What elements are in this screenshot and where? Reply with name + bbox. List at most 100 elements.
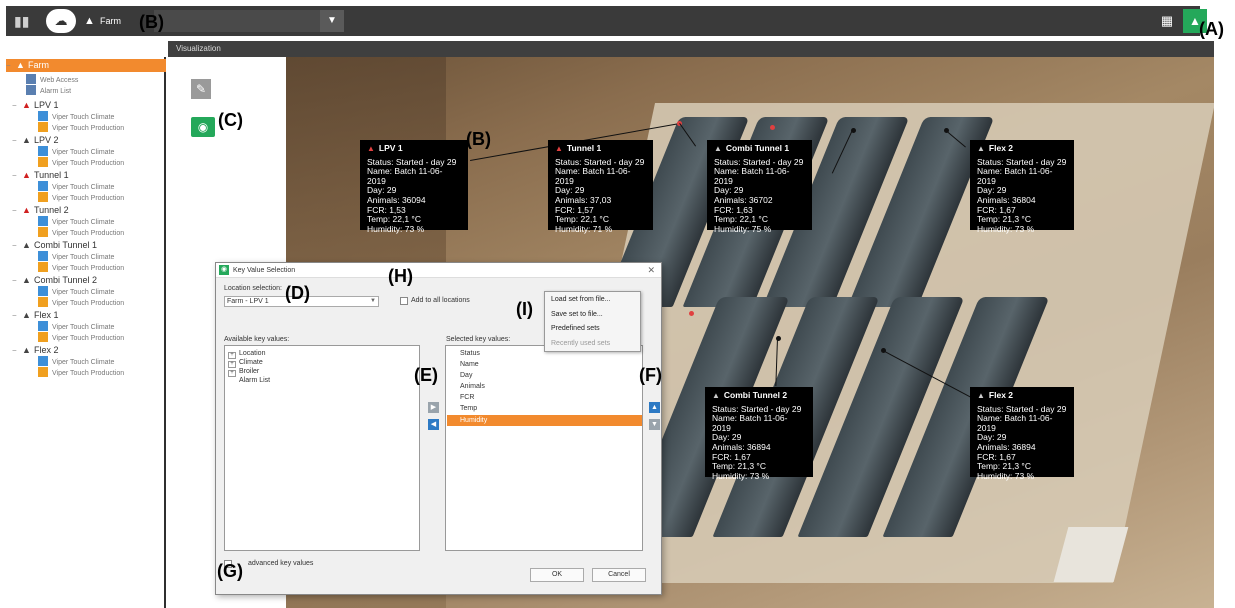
climate-icon — [38, 216, 48, 226]
collapse-icon[interactable]: − — [6, 59, 16, 72]
pin-tunnel2 — [689, 311, 694, 316]
annotation-b-callout: (B) — [466, 129, 491, 149]
available-list[interactable]: + Location + Climate + Broiler Alarm List — [224, 345, 420, 551]
selected-item[interactable]: Animals — [460, 382, 485, 392]
menu-predefined-sets[interactable]: Predefined sets — [551, 324, 600, 334]
breadcrumb[interactable]: Farm — [100, 6, 121, 36]
tree-item-label: Web Access — [40, 77, 79, 84]
tree-house-label: Tunnel 2 — [34, 205, 69, 215]
tree-controller-label: Viper Touch Climate — [52, 184, 115, 191]
callout-title: ▲ Tunnel 1 — [555, 143, 646, 154]
house-icon: ▲ — [714, 144, 722, 153]
tree-root-farm[interactable]: − ▲ Farm — [6, 59, 166, 72]
house-icon: ▲ — [977, 144, 985, 153]
collapse-icon[interactable]: − — [12, 134, 22, 147]
selected-item[interactable]: Temp — [460, 404, 477, 414]
collapse-icon[interactable]: − — [12, 169, 22, 182]
tree-controller[interactable]: Viper Touch Production — [38, 367, 124, 380]
move-left-icon[interactable]: ◀ — [428, 419, 439, 430]
tree-root-item[interactable]: Alarm List — [26, 85, 71, 98]
callout-line-text: Name: Batch 11-06-2019 — [555, 166, 631, 186]
callout-line-text: Name: Batch 11-06-2019 — [712, 413, 788, 433]
edit-icon[interactable]: ✎ — [191, 79, 211, 99]
callout-title: ▲ Combi Tunnel 1 — [714, 143, 805, 154]
tree-house-label: Combi Tunnel 1 — [34, 240, 98, 250]
menu-save-set[interactable]: Save set to file... — [551, 310, 603, 320]
collapse-icon[interactable]: − — [12, 239, 22, 252]
home-cloud-icon[interactable]: ☁ — [46, 9, 76, 33]
annotation-h: (H) — [388, 266, 413, 286]
callout-line-text: Humidity: 75 % — [714, 223, 772, 234]
collapse-icon[interactable]: − — [12, 204, 22, 217]
location-label: Location selection: — [224, 285, 282, 292]
callout-line-text: Humidity: 73 % — [977, 223, 1035, 234]
tree-controller-label: Viper Touch Climate — [52, 324, 115, 331]
collapse-icon[interactable]: − — [12, 99, 22, 112]
collapse-icon[interactable]: − — [12, 309, 22, 322]
callout-line-text: Humidity: 73 % — [712, 470, 770, 481]
view-title-bar: Visualization — [168, 41, 1214, 57]
location-select[interactable] — [154, 10, 344, 32]
callout-title: ▲ LPV 1 — [367, 143, 461, 154]
dialog-app-icon: ◉ — [219, 265, 229, 275]
tree-controller-label: Viper Touch Production — [52, 195, 125, 202]
house-icon: ▲ — [555, 144, 563, 153]
alarm-list-icon — [26, 85, 36, 95]
annotation-a: (A) — [1199, 19, 1224, 39]
available-item-label: Location — [239, 350, 266, 357]
move-down-icon[interactable]: ▼ — [649, 419, 660, 430]
dialog-titlebar: ◉ Key Value Selection ✕ — [216, 263, 661, 278]
selected-item[interactable]: Status — [460, 349, 480, 359]
chevron-down-icon[interactable]: ▼ — [320, 10, 344, 32]
close-icon[interactable]: ✕ — [647, 263, 655, 278]
callout-combi-tunnel1[interactable]: ▲ Combi Tunnel 1 Status: Started - day 29 N… — [707, 140, 812, 233]
house-icon: ▲ — [22, 170, 31, 180]
production-icon — [38, 297, 48, 307]
callout-combi-tunnel2[interactable]: ▲ Combi Tunnel 2 Status: Started - day 29 N… — [705, 387, 813, 480]
available-label: Available key values: — [224, 336, 290, 343]
menu-load-set[interactable]: Load set from file... — [551, 295, 611, 305]
callout-title-text: Tunnel 1 — [566, 143, 602, 153]
move-up-icon[interactable]: ▲ — [649, 402, 660, 413]
selected-item[interactable]: Day — [460, 371, 472, 381]
climate-icon — [38, 181, 48, 191]
callout-flex2-back[interactable]: ▲ Flex 2 Status: Started - day 29 Name: Bat… — [970, 140, 1074, 233]
callout-line-text: Name: Batch 11-06-2019 — [367, 166, 443, 186]
annotation-e: (E) — [414, 365, 438, 385]
selected-list[interactable]: Status Name Day Animals FCR Temp Humidity — [445, 345, 643, 551]
callout-title: ▲ Flex 2 — [977, 390, 1067, 401]
expand-icon[interactable] — [228, 376, 236, 383]
callout-flex2-front[interactable]: ▲ Flex 2 Status: Started - day 29 Name: Bat… — [970, 387, 1074, 480]
eye-icon[interactable]: ◉ — [191, 117, 215, 137]
move-right-icon[interactable]: ▶ — [428, 402, 439, 413]
tree-controller-label: Viper Touch Climate — [52, 289, 115, 296]
grid-view-icon[interactable]: ▦ — [1157, 11, 1177, 31]
callout-line-text: Humidity: 73 % — [367, 223, 425, 234]
collapse-icon[interactable]: − — [12, 274, 22, 287]
production-icon — [38, 262, 48, 272]
climate-icon — [38, 321, 48, 331]
top-toolbar: ▮▮ ☁ ▲ Farm ▼ ▦ ▲ — [6, 6, 1207, 36]
callout-tunnel1[interactable]: ▲ Tunnel 1 Status: Started - day 29 Name: B… — [548, 140, 653, 233]
available-item[interactable]: Alarm List — [228, 376, 270, 386]
callout-title-text: Flex 2 — [988, 143, 1014, 153]
cancel-button[interactable]: Cancel — [592, 568, 646, 582]
house-icon: ▲ — [712, 391, 720, 400]
ok-button[interactable]: OK — [530, 568, 584, 582]
panel-toggle-icon[interactable]: ▮▮ — [14, 6, 29, 36]
tree-controller-label: Viper Touch Production — [52, 160, 125, 167]
chevron-down-icon: ▼ — [370, 298, 376, 304]
production-icon — [38, 157, 48, 167]
tree-controller-label: Viper Touch Climate — [52, 219, 115, 226]
add-all-checkbox[interactable] — [400, 297, 408, 305]
house-icon: ▲ — [22, 310, 31, 320]
selected-item-active[interactable]: Humidity — [447, 415, 642, 426]
selected-item[interactable]: Name — [460, 360, 479, 370]
collapse-icon[interactable]: − — [12, 344, 22, 357]
menu-recent-sets[interactable]: Recently used sets — [551, 339, 610, 349]
tree-controller-label: Viper Touch Production — [52, 370, 125, 377]
tree-house-label: LPV 1 — [34, 100, 59, 110]
callout-lpv1[interactable]: ▲ LPV 1 Status: Started - day 29 Name: Batc… — [360, 140, 468, 233]
selected-item[interactable]: FCR — [460, 393, 474, 403]
farm-icon: ▲ — [84, 15, 95, 27]
